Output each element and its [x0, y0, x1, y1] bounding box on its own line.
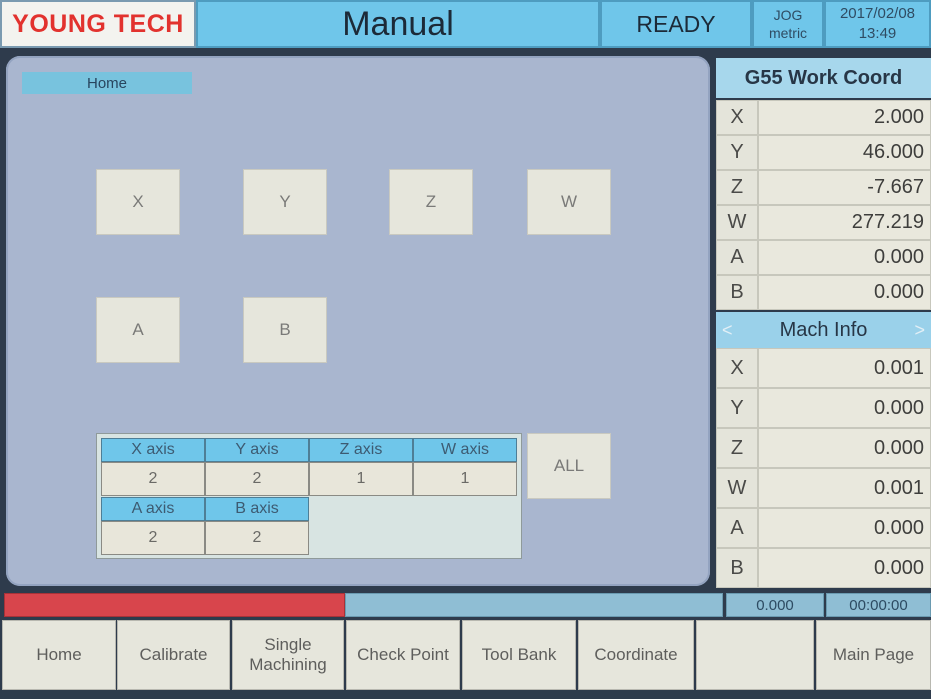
- axis-label: Z: [716, 428, 758, 468]
- work-coord-title: G55 Work Coord: [716, 58, 931, 98]
- work-coord-row: X 2.000: [716, 100, 931, 135]
- work-coord-row: B 0.000: [716, 275, 931, 310]
- date-label: 2017/02/08: [839, 5, 916, 22]
- coordinate-key[interactable]: Coordinate: [578, 620, 694, 690]
- axis-label: B: [716, 548, 758, 588]
- axis-label: Y: [716, 135, 758, 170]
- single-machining-label-1: Single: [264, 635, 312, 654]
- axis-label: B: [716, 275, 758, 310]
- axis-y-button[interactable]: Y: [243, 169, 327, 235]
- screen-title: Manual: [196, 0, 600, 48]
- axis-label: A: [716, 240, 758, 275]
- axis-value: 0.000: [758, 275, 931, 310]
- table-cell[interactable]: 2: [205, 521, 309, 555]
- progress-bar: [345, 593, 723, 617]
- mach-info-row: X 0.001: [716, 348, 931, 388]
- elapsed-time-display: 00:00:00: [826, 593, 931, 617]
- axis-value: -7.667: [758, 170, 931, 205]
- axis-label: Y: [716, 388, 758, 428]
- mach-info-row: Y 0.000: [716, 388, 931, 428]
- main-page-key[interactable]: Main Page: [816, 620, 931, 690]
- blank-key[interactable]: [696, 620, 814, 690]
- table-header: W axis: [413, 438, 517, 462]
- time-label: 13:49: [858, 25, 897, 42]
- work-coord-row: A 0.000: [716, 240, 931, 275]
- axis-value: 2.000: [758, 100, 931, 135]
- axis-value: 277.219: [758, 205, 931, 240]
- table-cell[interactable]: 2: [101, 462, 205, 496]
- next-arrow-icon[interactable]: >: [914, 312, 925, 348]
- table-cell[interactable]: 2: [101, 521, 205, 555]
- axis-label: A: [716, 508, 758, 548]
- axis-value: 0.000: [758, 548, 931, 588]
- counter-display: 0.000: [726, 593, 824, 617]
- axis-label: W: [716, 205, 758, 240]
- axis-value: 0.001: [758, 468, 931, 508]
- table-header: X axis: [101, 438, 205, 462]
- axis-value: 0.000: [758, 388, 931, 428]
- alarm-progress-bar: [4, 593, 345, 617]
- mach-info-row: A 0.000: [716, 508, 931, 548]
- status-indicator: READY: [600, 0, 752, 48]
- single-machining-key[interactable]: Single Machining: [232, 620, 344, 690]
- work-coord-row: Z -7.667: [716, 170, 931, 205]
- axis-value: 0.000: [758, 240, 931, 275]
- axis-label: Z: [716, 170, 758, 205]
- mach-info-row: B 0.000: [716, 548, 931, 588]
- table-cell[interactable]: 1: [309, 462, 413, 496]
- single-machining-label-2: Machining: [249, 655, 327, 674]
- breadcrumb: Home: [22, 72, 192, 94]
- home-key[interactable]: Home: [2, 620, 116, 690]
- tool-bank-key[interactable]: Tool Bank: [462, 620, 576, 690]
- datetime-display: 2017/02/08 13:49: [824, 0, 931, 48]
- all-axes-button[interactable]: ALL: [527, 433, 611, 499]
- axis-label: X: [716, 100, 758, 135]
- axis-w-button[interactable]: W: [527, 169, 611, 235]
- axis-z-button[interactable]: Z: [389, 169, 473, 235]
- mach-info-label: Mach Info: [779, 318, 868, 341]
- work-coord-row: Y 46.000: [716, 135, 931, 170]
- prev-arrow-icon[interactable]: <: [722, 312, 733, 348]
- mach-info-row: Z 0.000: [716, 428, 931, 468]
- axis-value: 0.000: [758, 428, 931, 468]
- main-panel: Home X Y Z W A B ALL X axis Y axis Z axi…: [6, 56, 710, 586]
- axis-label: X: [716, 348, 758, 388]
- axis-value: 46.000: [758, 135, 931, 170]
- axis-value: 0.000: [758, 508, 931, 548]
- axis-table: X axis Y axis Z axis W axis 2 2 1 1 A ax…: [96, 433, 522, 559]
- table-header: A axis: [101, 497, 205, 521]
- table-header: Z axis: [309, 438, 413, 462]
- calibrate-key[interactable]: Calibrate: [117, 620, 230, 690]
- mode-indicator: JOG metric: [752, 0, 824, 48]
- jog-mode-label: JOG: [773, 7, 803, 23]
- axis-b-button[interactable]: B: [243, 297, 327, 363]
- check-point-key[interactable]: Check Point: [346, 620, 460, 690]
- work-coord-row: W 277.219: [716, 205, 931, 240]
- brand-logo: YOUNG TECH: [0, 0, 196, 48]
- table-header: Y axis: [205, 438, 309, 462]
- mach-info-row: W 0.001: [716, 468, 931, 508]
- axis-value: 0.001: [758, 348, 931, 388]
- units-label: metric: [768, 25, 808, 41]
- table-cell[interactable]: 2: [205, 462, 309, 496]
- axis-a-button[interactable]: A: [96, 297, 180, 363]
- table-cell[interactable]: 1: [413, 462, 517, 496]
- axis-label: W: [716, 468, 758, 508]
- mach-info-title: < Mach Info >: [716, 312, 931, 348]
- axis-x-button[interactable]: X: [96, 169, 180, 235]
- table-header: B axis: [205, 497, 309, 521]
